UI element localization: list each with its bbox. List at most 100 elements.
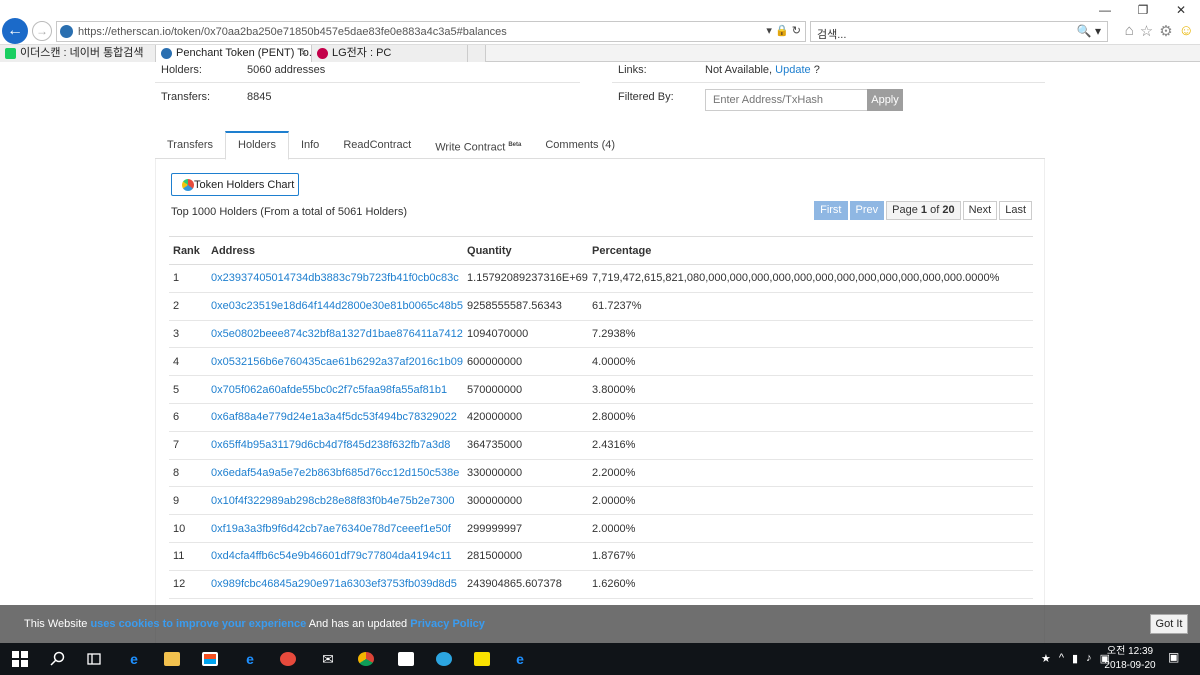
- maximize-icon[interactable]: ❐: [1124, 0, 1162, 20]
- browser-tab-naver[interactable]: 이더스캔 : 네이버 통합검색: [0, 45, 156, 62]
- chevron-up-icon[interactable]: ^: [1059, 652, 1064, 665]
- favorites-star-icon[interactable]: ☆: [1140, 22, 1153, 40]
- col-rank: Rank: [169, 236, 207, 265]
- quantity-cell: 300000000: [463, 486, 589, 516]
- browser-search-box[interactable]: 검색... 🔍 ▾: [810, 21, 1108, 42]
- naver-icon: [5, 48, 16, 59]
- chart-button-label: Token Holders Chart: [194, 178, 295, 191]
- col-quantity: Quantity: [463, 236, 589, 265]
- tab-comments[interactable]: Comments (4): [533, 131, 627, 159]
- quantity-cell: 1094070000: [463, 320, 589, 349]
- last-page-button[interactable]: Last: [999, 201, 1032, 220]
- back-arrow-icon[interactable]: ←: [2, 18, 28, 44]
- tab-read-contract[interactable]: ReadContract: [331, 131, 423, 159]
- address-link[interactable]: 0x10f4f322989ab298cb28e88f83f0b4e75b2e73…: [207, 486, 464, 516]
- table-row: 12 0x989fcbc46845a290e971a6303ef3753fb039…: [169, 570, 1033, 599]
- notification-icon[interactable]: ▣: [1168, 650, 1179, 664]
- volume-icon[interactable]: ♪: [1086, 652, 1092, 665]
- col-address: Address: [207, 236, 464, 265]
- address-link[interactable]: 0x5e0802beee874c32bf8a1327d1bae876411a74…: [207, 320, 464, 349]
- address-link[interactable]: 0xd4cfa4ffb6c54e9b46601df79c77804da4194c…: [207, 542, 464, 571]
- table-row: 7 0x65ff4b95a31179d6cb4d7f845d238f632fb7a…: [169, 431, 1033, 460]
- lock-icon[interactable]: 🔒: [775, 25, 789, 37]
- filter-address-input[interactable]: [705, 89, 868, 111]
- address-link[interactable]: 0xf19a3a3fb9f6d42cb7ae76340e78d7ceeef1e5…: [207, 514, 464, 543]
- links-label: Links:: [618, 64, 647, 76]
- table-row: 2 0xe03c23519e18d64f144d2800e30e81b0065c4…: [169, 292, 1033, 321]
- address-link[interactable]: 0x0532156b6e760435cae61b6292a37af2016c1b…: [207, 347, 464, 377]
- mail-icon[interactable]: ✉: [318, 649, 338, 669]
- address-bar[interactable]: https://etherscan.io/token/0x70aa2ba250e…: [56, 21, 806, 42]
- edge-icon[interactable]: e: [124, 649, 144, 669]
- people-icon[interactable]: ★: [1041, 652, 1051, 665]
- browser-toolbar: ⌂ ☆ ⚙ ☺: [1125, 22, 1194, 40]
- address-link[interactable]: 0xe03c23519e18d64f144d2800e30e81b0065c48…: [207, 292, 464, 321]
- quantity-cell: 1.15792089237316E+69: [463, 264, 589, 293]
- kakaotalk-icon[interactable]: [472, 649, 492, 669]
- percentage-cell: 61.7237%: [588, 292, 1033, 321]
- tab-holders[interactable]: Holders: [225, 131, 289, 160]
- store-icon[interactable]: [200, 649, 220, 669]
- page-indicator: Page 1 of 20: [886, 201, 961, 220]
- close-icon[interactable]: ✕: [1162, 0, 1200, 20]
- internet-explorer-icon[interactable]: e: [240, 649, 260, 669]
- address-link[interactable]: 0x705f062a60afde55bc0c2f7c5faa98fa55af81…: [207, 375, 464, 404]
- forward-arrow-icon[interactable]: →: [32, 21, 52, 41]
- update-link[interactable]: Update: [775, 64, 810, 76]
- percentage-cell: 1.8767%: [588, 542, 1033, 571]
- windows-start-icon[interactable]: [10, 649, 30, 669]
- refresh-icon[interactable]: ↻: [792, 25, 801, 37]
- address-link[interactable]: 0x65ff4b95a31179d6cb4d7f845d238f632fb7a3…: [207, 431, 464, 460]
- address-link[interactable]: 0x6af88a4e779d24e1a3a4f5dc53f494bc783290…: [207, 403, 464, 432]
- taskbar-clock[interactable]: 오전 12:39 2018-09-20: [1102, 645, 1158, 673]
- percentage-cell: 4.0000%: [588, 347, 1033, 377]
- cookie-text-1: This Website: [24, 618, 88, 630]
- first-page-button[interactable]: First: [814, 201, 848, 220]
- tab-close-icon[interactable]: ×: [301, 45, 307, 61]
- new-tab-button[interactable]: [468, 45, 486, 62]
- percentage-cell: 7,719,472,615,821,080,000,000,000,000,00…: [588, 264, 1033, 293]
- battery-icon[interactable]: ▮: [1072, 652, 1078, 665]
- apply-button[interactable]: Apply: [867, 89, 903, 111]
- magnifier-icon[interactable]: 🔍: [1077, 24, 1092, 38]
- search-icon[interactable]: [48, 649, 68, 669]
- got-it-button[interactable]: Got It: [1150, 614, 1188, 634]
- smiley-feedback-icon[interactable]: ☺: [1179, 22, 1194, 40]
- holders-value: 5060 addresses: [247, 64, 326, 76]
- file-explorer-icon[interactable]: [162, 649, 182, 669]
- dropdown-icon[interactable]: ▾: [766, 25, 772, 37]
- browser-tab-etherscan[interactable]: Penchant Token (PENT) To... ×: [156, 45, 318, 62]
- page-of: of: [930, 204, 940, 216]
- minimize-icon[interactable]: —: [1086, 0, 1124, 20]
- url-text: https://etherscan.io/token/0x70aa2ba250e…: [78, 26, 507, 38]
- tab-transfers[interactable]: Transfers: [155, 131, 225, 159]
- token-holders-chart-button[interactable]: Token Holders Chart: [171, 173, 299, 196]
- tab-write-contract[interactable]: Write Contract Beta: [423, 131, 533, 159]
- browser-tab-lg[interactable]: LG전자 : PC: [312, 45, 468, 62]
- notes-app-icon[interactable]: [396, 649, 416, 669]
- red-app-icon[interactable]: [278, 649, 298, 669]
- rank-cell: 6: [169, 403, 207, 432]
- pagination: First Prev Page 1 of 20 Next Last: [814, 201, 1032, 220]
- telegram-icon[interactable]: [434, 649, 454, 669]
- home-icon[interactable]: ⌂: [1125, 22, 1134, 40]
- next-page-button[interactable]: Next: [962, 201, 998, 220]
- privacy-policy-link[interactable]: Privacy Policy: [410, 618, 485, 630]
- gear-icon[interactable]: ⚙: [1159, 22, 1172, 40]
- address-link[interactable]: 0x989fcbc46845a290e971a6303ef3753fb039d8…: [207, 570, 464, 599]
- address-link[interactable]: 0x6edaf54a9a5e7e2b863bf685d76cc12d150c53…: [207, 459, 464, 488]
- divider: [155, 82, 580, 83]
- internet-explorer-active-icon[interactable]: e: [510, 649, 530, 669]
- task-view-icon[interactable]: [84, 649, 104, 669]
- clock-date: 2018-09-20: [1104, 660, 1156, 671]
- rank-cell: 12: [169, 570, 207, 599]
- address-link[interactable]: 0x23937405014734db3883c79b723fb41f0cb0c8…: [207, 264, 464, 293]
- search-dropdown-icon[interactable]: ▾: [1095, 24, 1101, 38]
- col-percentage: Percentage: [588, 236, 1033, 265]
- tab-info[interactable]: Info: [289, 131, 331, 159]
- quantity-cell: 330000000: [463, 459, 589, 488]
- cookie-policy-link[interactable]: uses cookies to improve your experience: [90, 618, 306, 630]
- prev-page-button[interactable]: Prev: [849, 201, 885, 220]
- chrome-icon[interactable]: [356, 649, 376, 669]
- percentage-cell: 2.4316%: [588, 431, 1033, 460]
